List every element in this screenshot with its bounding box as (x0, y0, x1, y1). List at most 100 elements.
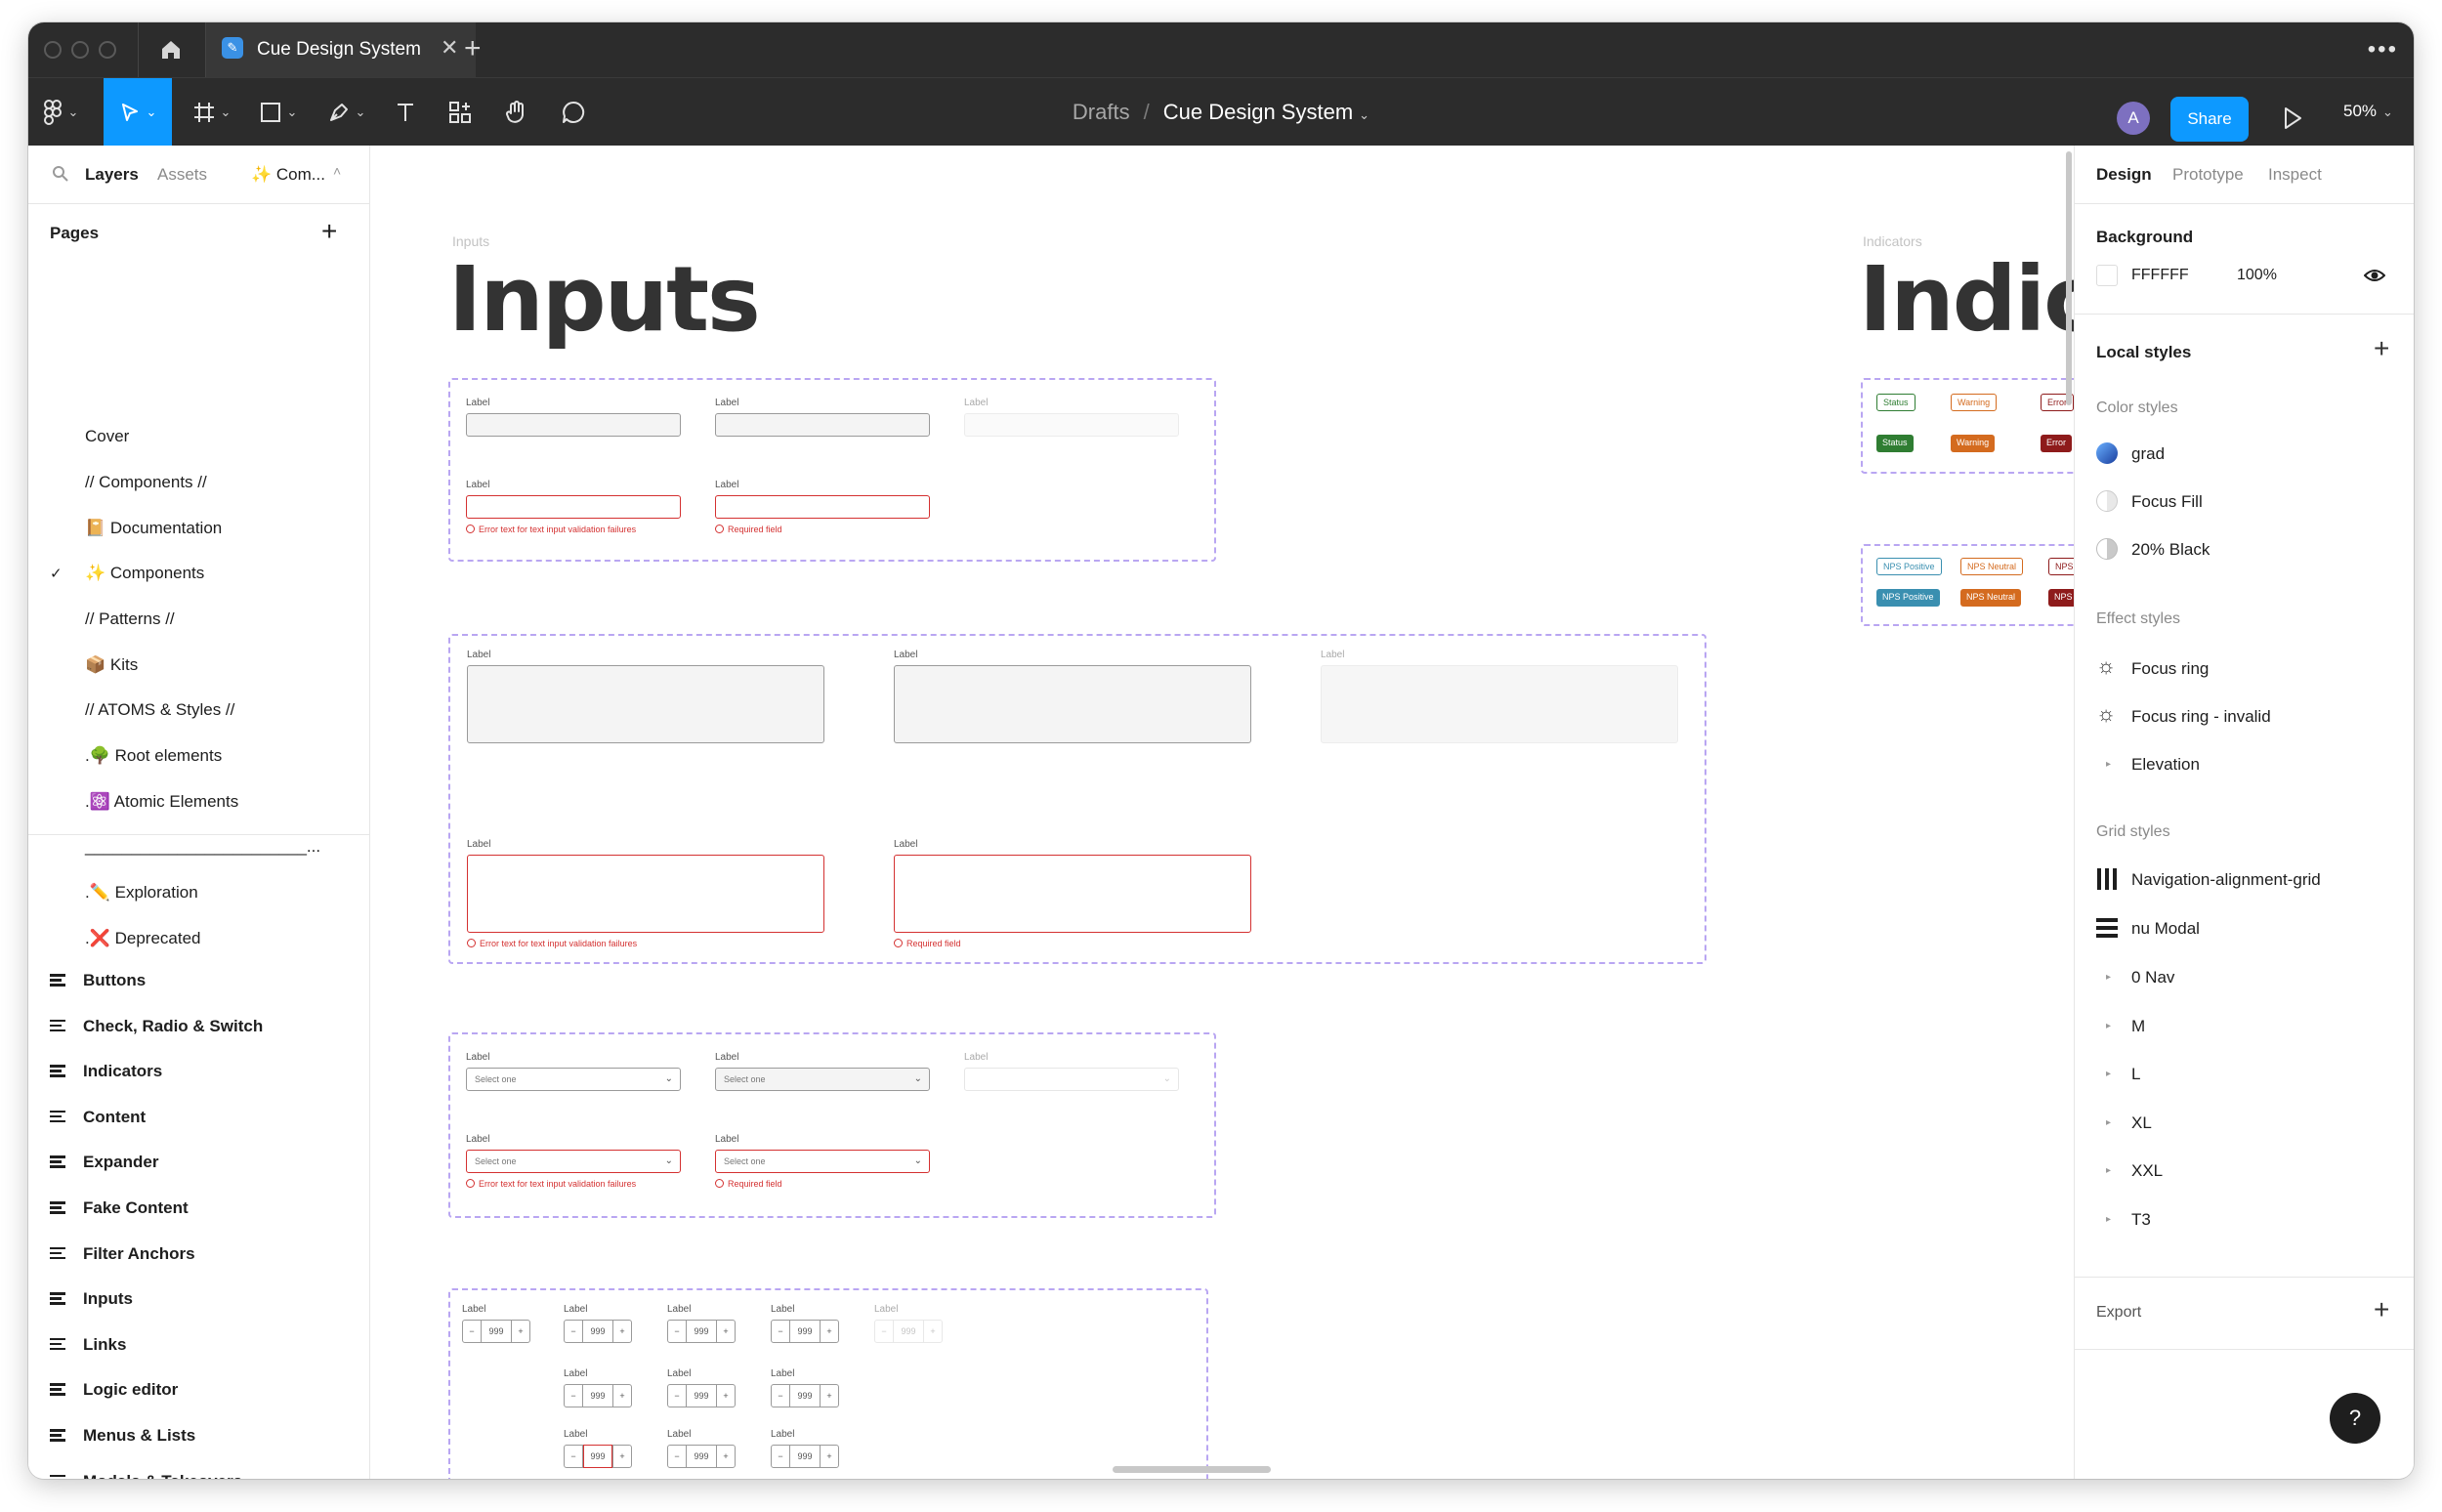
breadcrumb-drafts[interactable]: Drafts (1073, 100, 1130, 124)
grid-style-group[interactable]: T3 (2131, 1210, 2151, 1230)
layer-item[interactable]: Links (50, 1330, 126, 1360)
select-error[interactable]: Select one ⌄ (466, 1150, 681, 1173)
page-item[interactable]: ________________________... (85, 837, 320, 857)
tab-layers[interactable]: Layers (85, 165, 139, 185)
textarea-error[interactable] (467, 855, 824, 933)
page-item[interactable]: .✏️ Exploration (85, 883, 198, 903)
increment-icon[interactable]: + (716, 1445, 736, 1468)
number-stepper[interactable]: −999 + (667, 1445, 736, 1468)
help-button[interactable]: ? (2330, 1393, 2380, 1444)
number-stepper[interactable]: −999 + (771, 1445, 839, 1468)
stepper-value[interactable]: 999 (687, 1384, 716, 1407)
tab-components-page[interactable]: ✨ Com... (251, 165, 325, 185)
horizontal-scrollbar[interactable] (1113, 1466, 1271, 1473)
layer-item[interactable]: Indicators (50, 1057, 162, 1086)
textarea-hover[interactable] (894, 665, 1251, 743)
file-tab[interactable]: ✎ Cue Design System ✕ (206, 22, 476, 77)
decrement-icon[interactable]: − (771, 1320, 790, 1343)
grid-style-group[interactable]: XXL (2131, 1161, 2163, 1181)
expand-triangle-icon[interactable]: ▸ (2106, 1214, 2111, 1225)
stepper-value[interactable]: 999 (790, 1320, 820, 1343)
expand-triangle-icon[interactable]: ▸ (2106, 972, 2111, 983)
more-options-icon[interactable]: ••• (2368, 36, 2398, 63)
text-input-default[interactable] (466, 413, 681, 437)
add-style-button[interactable]: + (2374, 333, 2389, 364)
select-default[interactable]: Select one ⌄ (466, 1068, 681, 1091)
zoom-dropdown[interactable]: 50% ⌄ (2343, 102, 2393, 121)
color-style-focus-fill[interactable]: Focus Fill (2131, 492, 2203, 512)
effect-group-elevation[interactable]: Elevation (2131, 755, 2200, 775)
select-hover[interactable]: Select one ⌄ (715, 1068, 930, 1091)
number-stepper[interactable]: −999 + (564, 1384, 632, 1407)
layer-item[interactable]: Check, Radio & Switch (50, 1012, 263, 1041)
number-stepper[interactable]: −999 + (771, 1320, 839, 1343)
expand-triangle-icon[interactable]: ▸ (2106, 1021, 2111, 1031)
layer-item[interactable]: Menus & Lists (50, 1421, 195, 1450)
chevron-up-icon[interactable]: ˄ (333, 163, 341, 179)
canvas[interactable]: Inputs Inputs Indicators Indic Label Lab… (370, 146, 2074, 1479)
stepper-value[interactable]: 999 (482, 1320, 511, 1343)
textarea-required[interactable] (894, 855, 1251, 933)
hand-tool-button[interactable] (497, 78, 536, 147)
shape-tool-button[interactable]: ⌄ (251, 78, 306, 147)
vertical-scrollbar[interactable] (2066, 151, 2072, 405)
text-input-error[interactable] (466, 495, 681, 519)
chevron-down-icon[interactable]: ⌄ (1359, 107, 1369, 122)
decrement-icon[interactable]: − (874, 1320, 894, 1343)
color-style-20-black[interactable]: 20% Black (2131, 540, 2210, 560)
page-item[interactable]: // ATOMS & Styles // (85, 700, 234, 720)
number-stepper[interactable]: −999 + (771, 1384, 839, 1407)
layer-item[interactable]: Buttons (50, 966, 146, 995)
page-item[interactable]: .❌ Deprecated (85, 929, 201, 948)
number-stepper[interactable]: −999 + (462, 1320, 530, 1343)
window-minimize-control[interactable] (71, 41, 89, 59)
move-tool-button[interactable]: ⌄ (104, 78, 172, 147)
color-style-grad[interactable]: grad (2131, 444, 2165, 464)
decrement-icon[interactable]: − (667, 1445, 687, 1468)
textarea-default[interactable] (467, 665, 824, 743)
decrement-icon[interactable]: − (564, 1445, 583, 1468)
page-item[interactable]: ✨ Components (85, 564, 204, 583)
grid-style-navigation-alignment[interactable]: Navigation-alignment-grid (2131, 870, 2321, 890)
background-hex[interactable]: FFFFFF (2131, 267, 2189, 284)
layer-item[interactable]: Filter Anchors (50, 1239, 195, 1269)
stepper-value[interactable]: 999 (687, 1320, 716, 1343)
expand-triangle-icon[interactable]: ▸ (2106, 1069, 2111, 1079)
grid-style-nu-modal[interactable]: nu Modal (2131, 919, 2200, 939)
stepper-value[interactable]: 999 (583, 1445, 612, 1468)
main-menu-button[interactable]: ⌄ (36, 78, 85, 147)
textarea-frame[interactable]: Label Label Label Label Error text for t… (448, 634, 1706, 964)
file-name[interactable]: Cue Design System (1163, 100, 1353, 124)
home-icon[interactable] (157, 36, 185, 63)
select-frame[interactable]: Label Select one ⌄ Label Select one ⌄ Labe… (448, 1032, 1216, 1218)
pen-tool-button[interactable]: ⌄ (319, 78, 374, 147)
increment-icon[interactable]: + (923, 1320, 943, 1343)
increment-icon[interactable]: + (612, 1445, 632, 1468)
tab-prototype[interactable]: Prototype (2172, 165, 2244, 185)
page-item[interactable]: .🌳 Root elements (85, 746, 222, 766)
tab-assets[interactable]: Assets (157, 165, 207, 185)
increment-icon[interactable]: + (612, 1320, 632, 1343)
effect-style-focus-ring-invalid[interactable]: Focus ring - invalid (2131, 707, 2271, 727)
stepper-value[interactable]: 999 (687, 1445, 716, 1468)
frame-tool-button[interactable]: ⌄ (185, 78, 239, 147)
layer-item[interactable]: Inputs (50, 1284, 133, 1314)
grid-style-group[interactable]: M (2131, 1017, 2145, 1036)
comment-tool-button[interactable] (554, 78, 593, 147)
layer-item[interactable]: Fake Content (50, 1194, 189, 1223)
layer-item[interactable]: Modals & Takeovers (50, 1467, 242, 1479)
decrement-icon[interactable]: − (564, 1320, 583, 1343)
share-button[interactable]: Share (2170, 97, 2249, 142)
number-stepper[interactable]: −999 + (667, 1384, 736, 1407)
number-stepper[interactable]: −999 + (564, 1320, 632, 1343)
expand-triangle-icon[interactable]: ▸ (2106, 1117, 2111, 1128)
status-badges-frame[interactable]: Status Warning Error Status Warning Erro… (1861, 378, 2074, 474)
visibility-eye-icon[interactable] (2364, 267, 2385, 284)
window-close-control[interactable] (44, 41, 62, 59)
grid-style-group[interactable]: 0 Nav (2131, 968, 2174, 987)
layer-item[interactable]: Expander (50, 1148, 158, 1177)
stepper-value[interactable]: 999 (583, 1384, 612, 1407)
stepper-frame[interactable]: Label −999 + Label −999 + Label −999 + Label −999 +… (448, 1288, 1208, 1479)
increment-icon[interactable]: + (716, 1320, 736, 1343)
add-page-button[interactable]: + (321, 216, 337, 247)
